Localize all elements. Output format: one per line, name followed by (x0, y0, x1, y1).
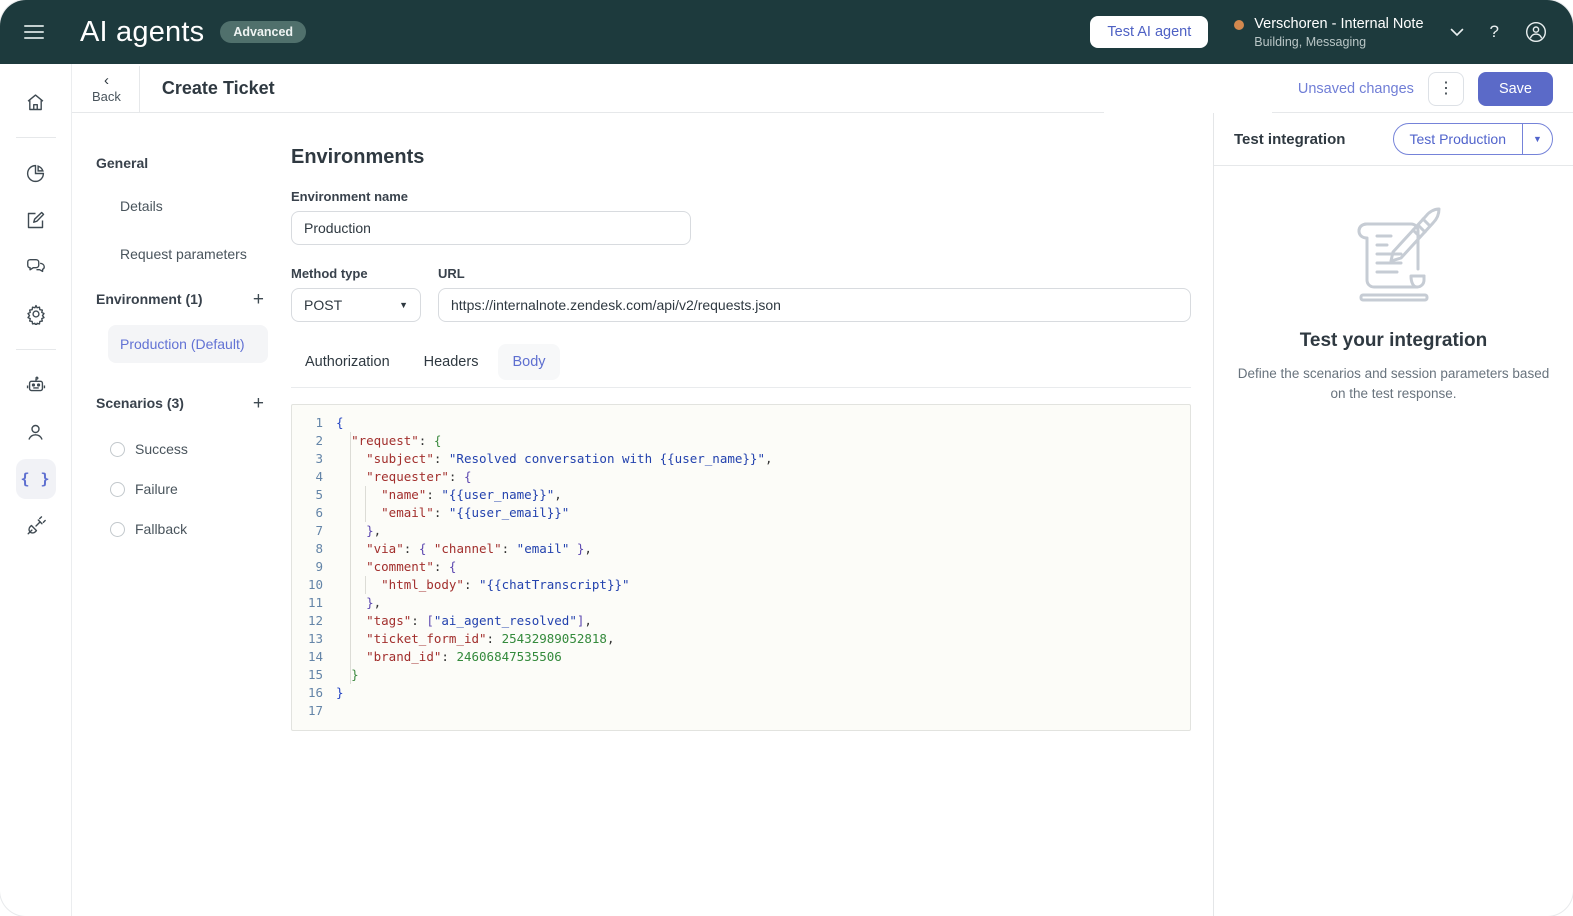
page-header: ‹ Back Create Ticket Unsaved changes ⋮ S… (72, 64, 1573, 113)
scenario-option-failure[interactable]: Failure (98, 469, 291, 509)
tab-body[interactable]: Body (498, 344, 560, 380)
url-label: URL (438, 266, 465, 281)
request-config-tabs: Authorization Headers Body (291, 344, 1191, 380)
test-integration-panel: Test integration Test Production ▼ Test … (1213, 113, 1573, 916)
environment-name-label: Environment name (291, 189, 409, 204)
test-ai-agent-button[interactable]: Test AI agent (1090, 16, 1209, 48)
method-type-select[interactable]: POST ▼ (291, 288, 421, 322)
caret-down-icon: ▼ (399, 300, 408, 310)
test-production-button[interactable]: Test Production (1394, 124, 1523, 154)
nav-section-general[interactable]: General (96, 147, 291, 179)
unsaved-changes-label: Unsaved changes (1297, 80, 1414, 97)
test-production-caret-button[interactable]: ▼ (1522, 124, 1552, 154)
nav-item-request-parameters[interactable]: Request parameters (108, 235, 268, 273)
header-divider (138, 65, 140, 112)
scenario-option-success[interactable]: Success (98, 429, 291, 469)
conversations-icon[interactable] (16, 247, 56, 287)
scroll-and-quill-illustration (1357, 207, 1440, 302)
test-integration-title: Test integration (1234, 130, 1346, 148)
app-window: AI agents Advanced Test AI agent Verscho… (0, 0, 1573, 916)
tab-headers[interactable]: Headers (410, 344, 493, 380)
section-heading: Environments (291, 146, 425, 168)
nav-section-scenarios[interactable]: Scenarios (3) (96, 387, 184, 419)
settings-nav: General Details Request parameters Envir… (72, 113, 291, 916)
user-avatar-icon[interactable] (1525, 21, 1547, 43)
more-options-kebab-button[interactable]: ⋮ (1427, 71, 1464, 106)
add-environment-button[interactable]: + (249, 288, 268, 311)
account-name: Verschoren - Internal Note (1254, 15, 1424, 32)
nav-section-environment[interactable]: Environment (1) (96, 283, 203, 315)
app-title: AI agents (80, 15, 205, 48)
add-scenario-button[interactable]: + (249, 392, 268, 415)
account-status-dot (1234, 19, 1245, 30)
url-input[interactable] (438, 288, 1191, 322)
tabs-divider (291, 387, 1191, 388)
home-icon[interactable] (16, 82, 56, 122)
rail-divider (15, 349, 56, 350)
top-bar: AI agents Advanced Test AI agent Verscho… (0, 0, 1573, 64)
tab-authorization[interactable]: Authorization (291, 344, 404, 380)
icon-rail: { } (0, 64, 72, 916)
account-subtitle: Building, Messaging (1254, 35, 1367, 50)
settings-gear-icon[interactable] (16, 294, 56, 334)
radio-icon[interactable] (110, 481, 125, 497)
users-icon[interactable] (16, 412, 56, 452)
back-button[interactable]: ‹ Back (80, 71, 133, 106)
compose-icon[interactable] (16, 200, 56, 240)
chevron-down-icon[interactable] (1450, 28, 1464, 37)
rail-divider (15, 137, 56, 138)
hamburger-menu-icon[interactable] (24, 25, 44, 39)
method-type-label: Method type (291, 266, 368, 281)
back-chevron-icon: ‹ (103, 72, 109, 89)
ai-agent-robot-icon[interactable] (16, 365, 56, 405)
save-button[interactable]: Save (1477, 71, 1553, 106)
help-icon[interactable]: ? (1490, 22, 1499, 42)
analytics-pie-icon[interactable] (16, 153, 56, 193)
account-switcher[interactable]: Verschoren - Internal Note Building, Mes… (1234, 15, 1424, 50)
empty-state-description: Define the scenarios and session paramet… (1237, 366, 1550, 402)
indent-guide (365, 576, 366, 594)
plan-badge: Advanced (220, 21, 307, 43)
integrations-braces-icon[interactable]: { } (15, 459, 56, 499)
code-lines: 1{2 "request": {3 "subject": "Resolved c… (307, 415, 773, 718)
indent-guide (365, 486, 366, 522)
plug-icon[interactable] (16, 506, 56, 546)
json-body-editor[interactable]: 1{2 "request": {3 "subject": "Resolved c… (291, 404, 1191, 731)
radio-icon[interactable] (110, 441, 125, 457)
radio-icon[interactable] (110, 521, 125, 537)
indent-guide (350, 432, 351, 684)
environment-name-input[interactable] (291, 211, 691, 245)
nav-item-details[interactable]: Details (108, 187, 268, 225)
scenario-option-fallback[interactable]: Fallback (98, 509, 291, 549)
test-production-split-button[interactable]: Test Production ▼ (1392, 123, 1553, 155)
empty-state-title: Test your integration (1299, 330, 1488, 351)
environment-form: Environments Environment name Method typ… (291, 113, 1191, 916)
nav-item-production-default[interactable]: Production (Default) (108, 325, 268, 363)
page-title: Create Ticket (161, 78, 275, 98)
